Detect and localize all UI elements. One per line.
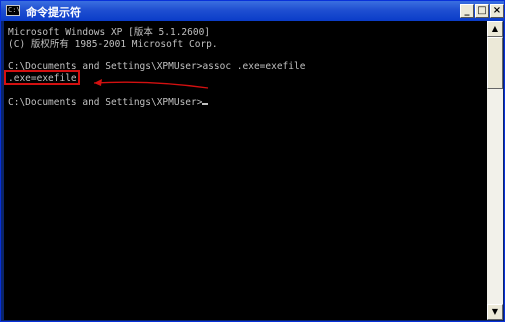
annotation-arrow-head <box>94 79 102 86</box>
annotation-arrow <box>93 79 209 89</box>
annotation-arrow-line <box>93 81 209 89</box>
